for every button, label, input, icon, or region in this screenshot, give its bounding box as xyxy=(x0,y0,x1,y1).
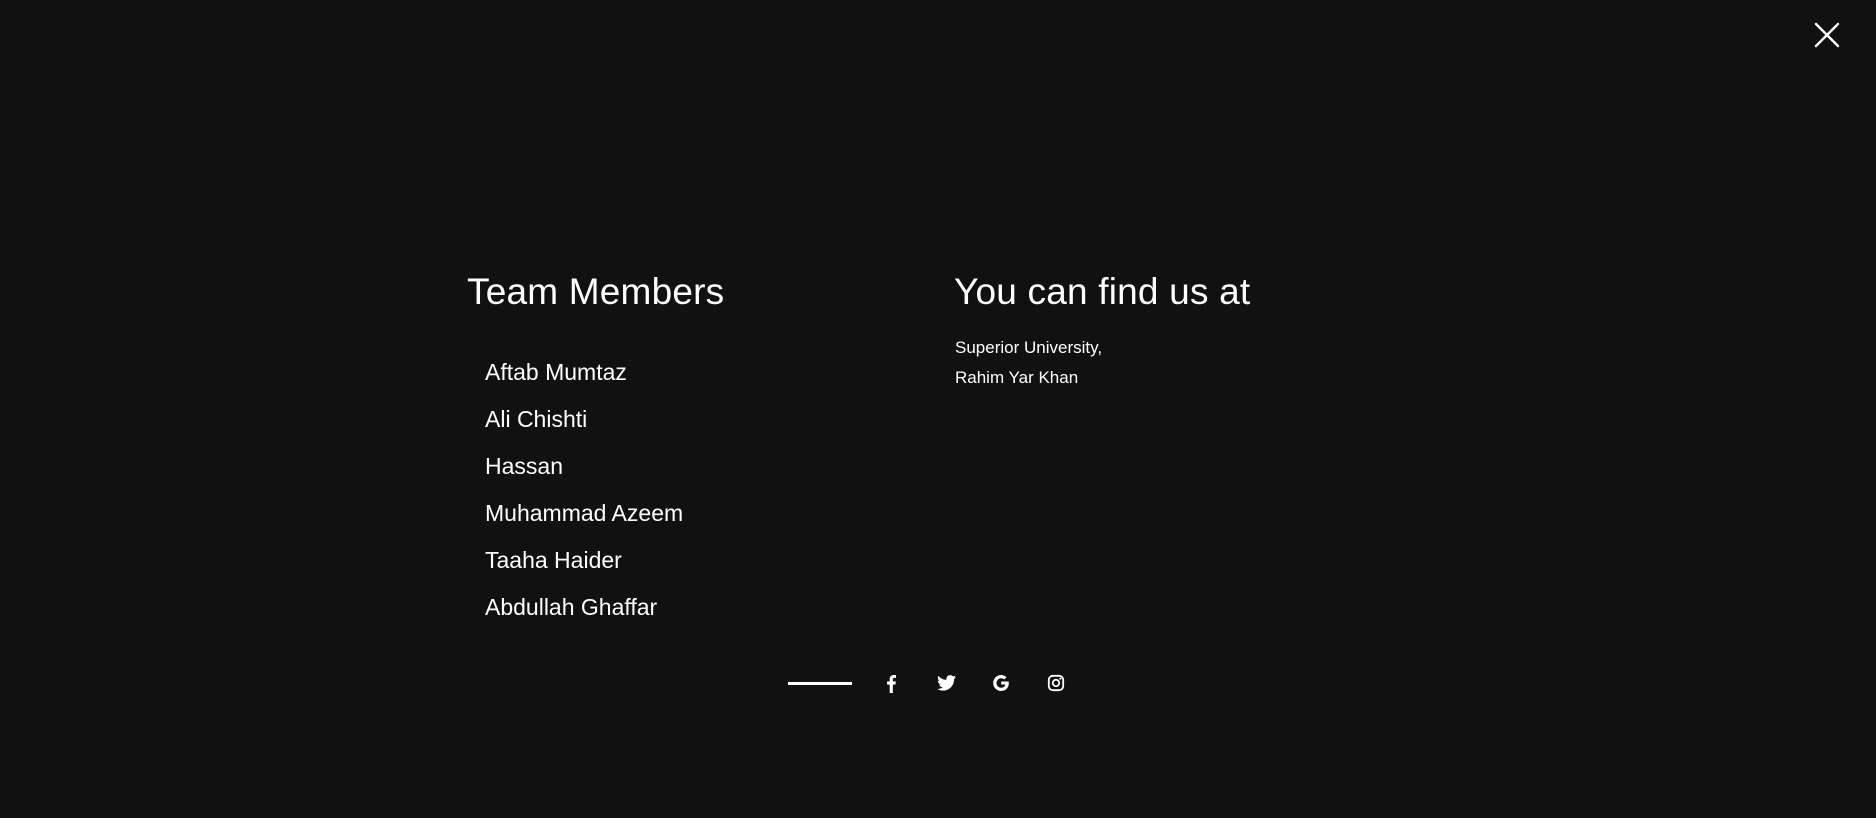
team-member-item[interactable]: Ali Chishti xyxy=(485,396,683,443)
overlay-panel: Team Members Aftab Mumtaz Ali Chishti Ha… xyxy=(0,0,1876,818)
social-links xyxy=(788,668,1071,698)
team-members-list: Aftab Mumtaz Ali Chishti Hassan Muhammad… xyxy=(485,349,683,631)
address-line-1: Superior University, xyxy=(955,338,1103,357)
close-button[interactable] xyxy=(1813,21,1841,49)
team-member-item[interactable]: Hassan xyxy=(485,443,683,490)
team-member-item[interactable]: Abdullah Ghaffar xyxy=(485,584,683,631)
close-icon xyxy=(1814,22,1840,48)
location-section: You can find us at Superior University, … xyxy=(954,268,1414,387)
facebook-link[interactable] xyxy=(876,668,906,698)
twitter-link[interactable] xyxy=(931,668,961,698)
social-divider xyxy=(788,681,852,685)
google-icon xyxy=(993,674,1009,692)
team-members-section: Team Members Aftab Mumtaz Ali Chishti Ha… xyxy=(467,268,927,620)
google-link[interactable] xyxy=(986,668,1016,698)
instagram-icon xyxy=(1047,674,1065,692)
team-member-item[interactable]: Taaha Haider xyxy=(485,537,683,584)
facebook-icon xyxy=(887,674,896,693)
address: Superior University, Rahim Yar Khan xyxy=(955,333,1102,393)
team-member-item[interactable]: Muhammad Azeem xyxy=(485,490,683,537)
instagram-link[interactable] xyxy=(1041,668,1071,698)
team-members-heading: Team Members xyxy=(467,271,725,312)
address-line-2: Rahim Yar Khan xyxy=(955,368,1079,387)
team-member-item[interactable]: Aftab Mumtaz xyxy=(485,349,683,396)
location-heading: You can find us at xyxy=(954,271,1251,312)
twitter-icon xyxy=(936,675,956,691)
